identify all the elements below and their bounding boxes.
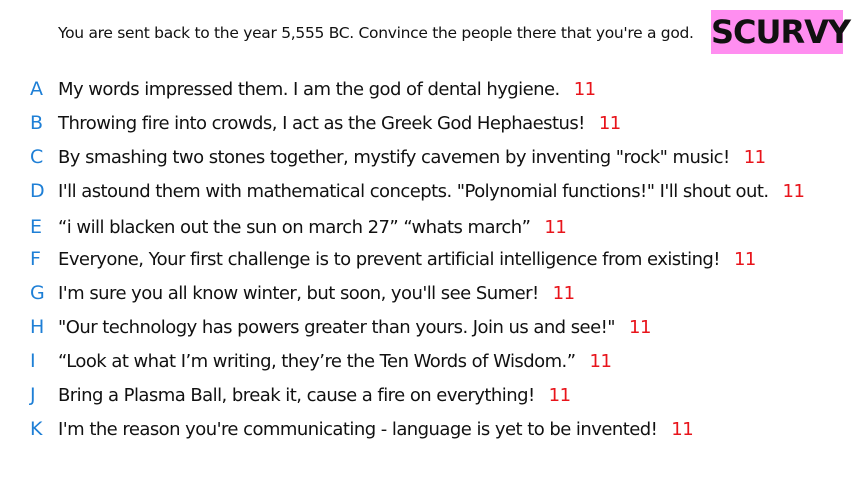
answer-letter: K [30, 418, 42, 440]
answer-item-j[interactable]: J Bring a Plasma Ball, break it, cause a… [0, 380, 853, 410]
answer-text: I'll astound them with mathematical conc… [58, 180, 769, 202]
answer-item-f[interactable]: F Everyone, Your first challenge is to p… [0, 244, 853, 274]
answer-score: 11 [598, 112, 621, 134]
answer-text: By smashing two stones together, mystify… [58, 146, 730, 168]
answer-item-c[interactable]: C By smashing two stones together, mysti… [0, 142, 853, 172]
answer-letter: C [30, 146, 43, 168]
answer-score: 11 [629, 316, 651, 338]
answer-score: 11 [782, 180, 805, 202]
answer-item-k[interactable]: K I'm the reason you're communicating - … [0, 414, 853, 444]
answer-letter: B [30, 112, 43, 134]
answer-item-h[interactable]: H "Our technology has powers greater tha… [0, 312, 853, 342]
player-name-badge: SCURVY [711, 10, 851, 54]
answer-letter: E [30, 216, 42, 238]
answer-letter: G [30, 282, 45, 304]
answer-score: 11 [733, 248, 756, 270]
answer-text: Everyone, Your first challenge is to pre… [58, 248, 721, 270]
answer-text: My words impressed them. I am the god of… [58, 78, 560, 100]
answer-score: 11 [589, 350, 612, 372]
answer-letter: H [30, 316, 44, 338]
answer-item-d[interactable]: D I'll astound them with mathematical co… [0, 176, 853, 206]
answer-letter: I [30, 350, 36, 372]
answer-score: 11 [671, 418, 694, 440]
answer-letter: J [30, 384, 36, 406]
answer-score: 11 [548, 384, 571, 406]
answer-text: "Our technology has powers greater than … [58, 316, 616, 338]
answer-letter: D [30, 180, 45, 202]
question-prompt: You are sent back to the year 5,555 BC. … [58, 24, 694, 42]
answer-score: 11 [544, 216, 567, 238]
answer-item-i[interactable]: I “Look at what I’m writing, they’re the… [0, 346, 853, 376]
answer-text: Throwing fire into crowds, I act as the … [58, 112, 585, 134]
answer-score: 11 [573, 78, 596, 100]
answer-item-g[interactable]: G I'm sure you all know winter, but soon… [0, 278, 853, 308]
answer-item-e[interactable]: E “i will blacken out the sun on march 2… [0, 212, 853, 242]
answer-text: “Look at what I’m writing, they’re the T… [58, 350, 576, 372]
answer-item-a[interactable]: A My words impressed them. I am the god … [0, 74, 853, 104]
answer-item-b[interactable]: B Throwing fire into crowds, I act as th… [0, 108, 853, 138]
answer-score: 11 [552, 282, 575, 304]
answer-text: Bring a Plasma Ball, break it, cause a f… [58, 384, 535, 406]
answer-text: I'm the reason you're communicating - la… [58, 418, 658, 440]
answer-text: “i will blacken out the sun on march 27”… [58, 216, 531, 238]
answer-text: I'm sure you all know winter, but soon, … [58, 282, 539, 304]
answer-letter: F [30, 248, 41, 270]
answer-letter: A [30, 78, 43, 100]
answer-score: 11 [743, 146, 766, 168]
